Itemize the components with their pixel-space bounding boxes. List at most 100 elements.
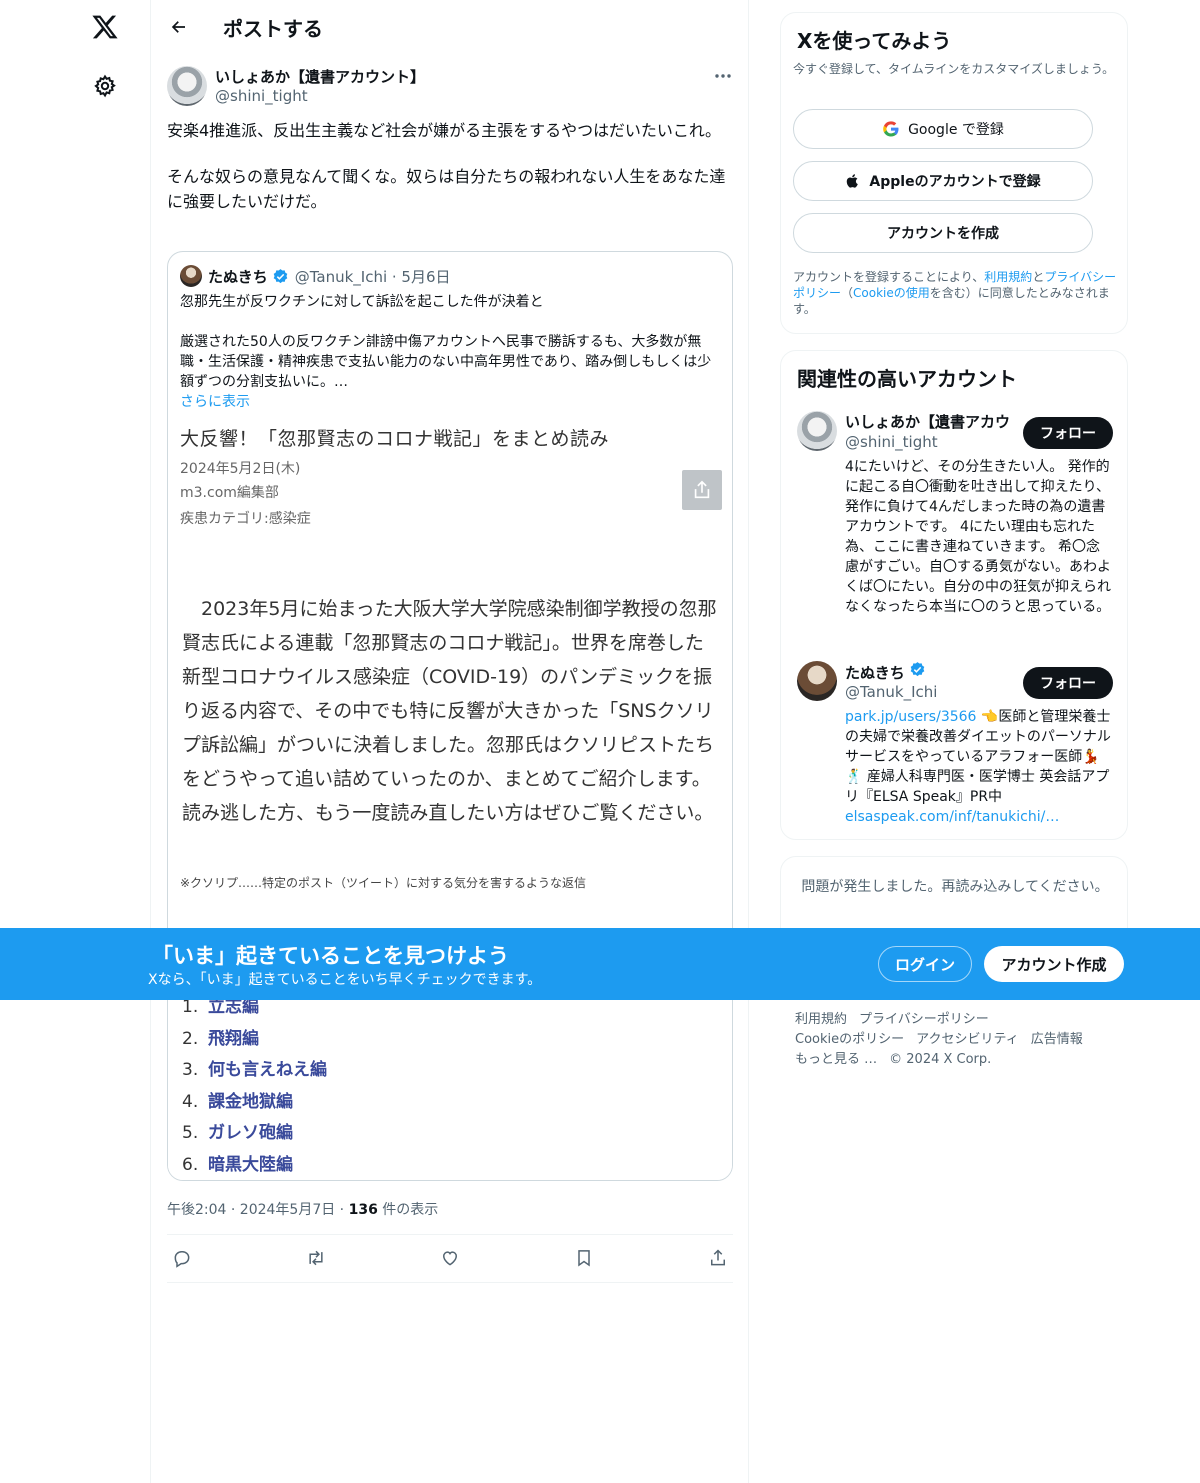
- follow-button[interactable]: フォロー: [1023, 667, 1113, 699]
- list-number: 5.: [182, 1123, 199, 1144]
- author-handle[interactable]: @shini_tight: [215, 87, 308, 105]
- google-signup-button[interactable]: Google で登録: [793, 109, 1093, 149]
- legal-text: アカウントを登録することにより、利用規約とプライバシーポリシー（Cookieの使…: [793, 269, 1119, 317]
- list-link: 課金地獄編: [208, 1091, 293, 1112]
- post-author: いしょあか【遺書アカウント】 @shini_tight: [167, 66, 735, 110]
- footer-link[interactable]: もっと見る …: [795, 1052, 877, 1067]
- terms-link[interactable]: 利用規約: [984, 270, 1032, 284]
- back-arrow-icon[interactable]: [167, 15, 191, 39]
- list-item: 4. 課金地獄編: [182, 1087, 327, 1119]
- list-link: 何も言えねえ編: [208, 1060, 327, 1081]
- timestamp-text[interactable]: 午後2:04 · 2024年5月7日 ·: [167, 1202, 349, 1218]
- banner-title: 「いま」起きていることを見つけよう: [152, 944, 509, 968]
- bookmark-icon[interactable]: [570, 1244, 598, 1272]
- reply-icon[interactable]: [168, 1244, 196, 1272]
- main-column: ポストする いしょあか【遺書アカウント】 @shini_tight 安楽4推進派…: [150, 0, 749, 1483]
- list-link: 暗黒大陸編: [208, 1154, 293, 1175]
- signup-button[interactable]: アカウント作成: [984, 946, 1124, 982]
- author-name[interactable]: いしょあか【遺書アカウント】: [215, 66, 425, 87]
- action-bar: [167, 1244, 733, 1272]
- list-link: 立志編: [208, 997, 259, 1017]
- list-number: 6.: [182, 1154, 199, 1175]
- list-item: 5. ガレソ砲編: [182, 1118, 327, 1150]
- quoted-post-text: 忽那先生が反ワクチンに対して訴訟を起こした件が決着と 厳選された50人の反ワクチ…: [180, 292, 722, 412]
- login-button[interactable]: ログイン: [878, 946, 972, 982]
- bio-link[interactable]: park.jp/users/3566: [845, 709, 976, 725]
- account-handle[interactable]: @Tanuk_Ichi: [845, 683, 937, 701]
- share-icon[interactable]: [704, 1244, 732, 1272]
- article-title: 大反響！「忽那賢志のコロナ戦記」をまとめ読み: [180, 428, 610, 450]
- apple-signup-label: Appleのアカウントで登録: [869, 174, 1041, 190]
- create-account-button[interactable]: アカウントを作成: [793, 213, 1093, 253]
- article-category: 疾患カテゴリ:感染症: [180, 511, 311, 527]
- google-icon: [882, 120, 900, 138]
- more-icon[interactable]: [711, 66, 735, 86]
- avatar[interactable]: [167, 66, 207, 106]
- list-item: 3. 何も言えねえ編: [182, 1055, 327, 1087]
- account-handle[interactable]: @shini_tight: [845, 433, 938, 451]
- quoted-line: 忽那先生が反ワクチンに対して訴訟を起こした件が決着と: [180, 294, 544, 310]
- list-number: 3.: [182, 1060, 199, 1081]
- google-signup-label: Google で登録: [908, 122, 1004, 138]
- quoted-post[interactable]: たぬきち @Tanuk_Ichi · 5月6日 忽那先生が反ワクチンに対して訴訟…: [167, 251, 733, 1181]
- signup-panel: Xを使ってみよう 今すぐ登録して、タイムラインをカスタマイズしましょう。 Goo…: [780, 12, 1128, 334]
- page-title: ポストする: [223, 16, 323, 41]
- list-item: 2. 飛翔編: [182, 1024, 327, 1056]
- quoted-image-article: 大反響！「忽那賢志のコロナ戦記」をまとめ読み 2024年5月2日(木) m3.c…: [168, 420, 732, 1180]
- legal-text-part: （: [841, 286, 854, 300]
- article-list: 1. 立志編 2. 飛翔編 3. 何も言えねえ編 4. 課金地獄編 5. ガレソ砲編 6.…: [182, 992, 327, 1180]
- account-name-text: たぬきち: [845, 664, 905, 682]
- footer-link[interactable]: Cookieのポリシー: [795, 1032, 904, 1047]
- list-number: 4.: [182, 1091, 199, 1112]
- gear-icon[interactable]: [91, 72, 119, 100]
- article-date: 2024年5月2日(木): [180, 461, 301, 477]
- signup-title: Xを使ってみよう: [797, 29, 952, 53]
- post-text: 安楽4推進派、反出生主義など社会が嫌がる主張をするやつはだいたいこれ。 そんな奴…: [167, 118, 733, 214]
- footer-link[interactable]: 利用規約: [795, 1012, 847, 1027]
- divider: [167, 1282, 733, 1283]
- views-label: 件の表示: [377, 1202, 439, 1218]
- create-account-label: アカウントを作成: [887, 226, 999, 242]
- account-bio: 4にたいけど、その分生きたい人。 発作的に起こる自〇衝動を吐き出して抑えたり、発…: [845, 459, 1111, 615]
- signup-banner: 「いま」起きていることを見つけよう Xなら、「いま」起きていることをいち早くチェ…: [0, 928, 1200, 1000]
- repost-icon[interactable]: [302, 1244, 330, 1272]
- bio-link[interactable]: elsaspeak.com/inf/tanukichi/…: [845, 809, 1059, 825]
- account-name[interactable]: いしょあか【遺書アカウ: [845, 411, 1010, 432]
- legal-text-part: アカウントを登録することにより、: [793, 270, 985, 284]
- share-icon: [682, 470, 722, 510]
- verified-icon: [272, 268, 289, 285]
- related-title: 関連性の高いアカウント: [797, 367, 1017, 391]
- divider: [167, 1234, 733, 1235]
- article-note: ※クソリプ……特定のポスト（ツイート）に対する気分を害するような返信: [180, 876, 587, 890]
- related-accounts-panel: 関連性の高いアカウント いしょあか【遺書アカウ @shini_tight フォロ…: [780, 350, 1128, 840]
- views-count: 136: [348, 1202, 378, 1218]
- x-logo-icon[interactable]: [88, 10, 122, 44]
- quoted-post-header: たぬきち @Tanuk_Ichi · 5月6日: [180, 265, 451, 287]
- account-bio: park.jp/users/3566 👈医師と管理栄養士の夫婦で栄養改善ダイエッ…: [845, 707, 1113, 827]
- post-timestamp: 午後2:04 · 2024年5月7日 · 136 件の表示: [167, 1199, 438, 1219]
- avatar[interactable]: [797, 411, 837, 451]
- post-text-paragraph: 安楽4推進派、反出生主義など社会が嫌がる主張をするやつはだいたいこれ。: [167, 121, 722, 140]
- legal-text-part: と: [1032, 270, 1045, 284]
- page-header: ポストする: [151, 0, 748, 54]
- apple-signup-button[interactable]: Appleのアカウントで登録: [793, 161, 1093, 201]
- post-text-paragraph: そんな奴らの意見なんて聞くな。奴らは自分たちの報われない人生をあなた達に強要した…: [167, 167, 726, 211]
- follow-button[interactable]: フォロー: [1023, 417, 1113, 449]
- account-name[interactable]: たぬきち: [845, 661, 926, 683]
- list-item: 6. 暗黒大陸編: [182, 1150, 327, 1180]
- like-icon[interactable]: [436, 1244, 464, 1272]
- footer-link[interactable]: プライバシーポリシー: [859, 1012, 989, 1027]
- footer-links: 利用規約 プライバシーポリシー Cookieのポリシー アクセシビリティ 広告情報 も…: [795, 1010, 1125, 1070]
- verified-icon: [909, 661, 926, 678]
- left-nav: [0, 0, 150, 1483]
- footer-link[interactable]: 広告情報: [1031, 1032, 1083, 1047]
- quoted-handle-date: @Tanuk_Ichi · 5月6日: [294, 267, 451, 286]
- avatar: [180, 265, 202, 287]
- avatar[interactable]: [797, 661, 837, 701]
- show-more-link[interactable]: さらに表示: [180, 392, 722, 412]
- list-number: 2.: [182, 1028, 199, 1049]
- footer-link[interactable]: アクセシビリティ: [916, 1032, 1019, 1047]
- list-link: ガレソ砲編: [208, 1123, 293, 1144]
- cookie-link[interactable]: Cookieの使用: [853, 286, 930, 300]
- list-link: 飛翔編: [208, 1028, 259, 1049]
